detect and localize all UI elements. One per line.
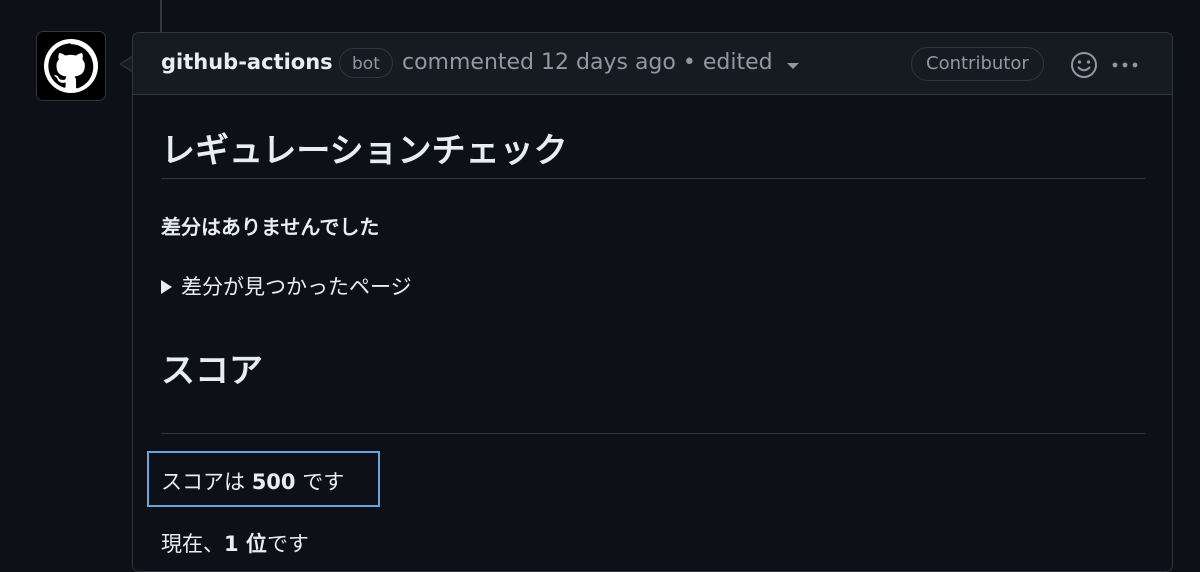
heading-divider (161, 178, 1145, 179)
score-prefix: スコアは (161, 470, 252, 494)
timeline-line (160, 0, 162, 32)
comment-time[interactable]: 12 days ago (541, 50, 676, 75)
heading-score: スコア (161, 351, 263, 391)
comment-header: github-actions bot commented 12 days ago… (133, 33, 1172, 95)
author-link[interactable]: github-actions (161, 50, 333, 74)
avatar[interactable] (36, 31, 106, 101)
score-value: 500 (251, 470, 296, 494)
meta-separator: • (682, 50, 696, 75)
more-options-button[interactable] (1107, 50, 1143, 80)
kebab-horizontal-icon (1112, 62, 1138, 68)
rank-prefix: 現在、 (161, 532, 224, 556)
heading-regulation-check: レギュレーションチェック (161, 131, 568, 171)
chevron-down-icon[interactable] (787, 63, 799, 69)
no-diff-text: 差分はありませんでした (161, 215, 380, 239)
score-suffix: です (295, 470, 345, 494)
github-octocat-icon (44, 39, 98, 93)
rank-value: 1 位 (224, 532, 267, 556)
add-reaction-button[interactable] (1069, 50, 1099, 80)
rank-suffix: です (266, 532, 309, 556)
smiley-icon (1071, 52, 1097, 78)
score-text: スコアは 500 です (161, 466, 344, 496)
bot-badge: bot (339, 48, 393, 78)
contributor-badge: Contributor (911, 47, 1044, 81)
comment-meta: commented 12 days ago • edited (402, 50, 773, 75)
rank-text: 現在、1 位です (161, 528, 309, 558)
edited-link[interactable]: edited (703, 50, 773, 75)
comment-action: commented (402, 50, 535, 75)
heading-divider (161, 433, 1145, 434)
details-summary-diff-pages[interactable]: 差分が見つかったページ (161, 271, 412, 301)
disclosure-triangle-icon (161, 280, 172, 294)
comment-box: github-actions bot commented 12 days ago… (132, 32, 1173, 572)
details-summary-label: 差分が見つかったページ (181, 275, 412, 299)
